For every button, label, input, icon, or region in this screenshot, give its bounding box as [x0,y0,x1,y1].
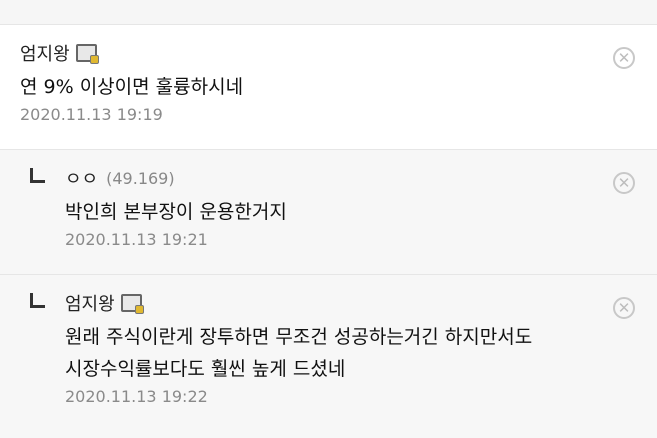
comment-item: 엄지왕 연 9% 이상이면 훌륭하시네 2020.11.13 19:19 ✕ [0,24,657,149]
comment-text: 연 9% 이상이면 훌륭하시네 [20,71,597,103]
reply-text: 박인희 본부장이 운용한거지 [65,196,597,228]
reply-date: 2020.11.13 19:21 [65,230,208,249]
reply-text-line: 박인희 본부장이 운용한거지 [65,201,287,223]
close-circle-icon[interactable]: ✕ [613,47,635,69]
reply-text-line: 원래 주식이란게 장투하면 무조건 성공하는거긴 하지만서도 [65,326,533,348]
close-circle-icon[interactable]: ✕ [613,172,635,194]
reply-arrow-icon [30,292,45,308]
reply-header: ㅇㅇ (49.169) [30,164,597,192]
reply-item: ㅇㅇ (49.169) 박인희 본부장이 운용한거지 2020.11.13 19… [0,149,657,274]
reply-text-line: 시장수익률보다도 훨씬 높게 드셨네 [65,358,346,380]
reply-text: 원래 주식이란게 장투하면 무조건 성공하는거긴 하지만서도 시장수익률보다도 … [65,321,597,385]
comment-text-line: 연 9% 이상이면 훌륭하시네 [20,76,244,98]
reply-nickname[interactable]: 엄지왕 [65,290,115,316]
reply-date: 2020.11.13 19:22 [65,387,208,406]
reply-nickname[interactable]: ㅇㅇ [65,165,98,191]
reply-header: 엄지왕 [30,289,597,317]
gallog-icon[interactable] [75,44,99,64]
comment-date: 2020.11.13 19:19 [20,105,163,124]
close-circle-icon[interactable]: ✕ [613,297,635,319]
top-spacer [0,0,657,24]
comment-header: 엄지왕 [20,39,597,67]
reply-ip: (49.169) [106,168,175,188]
reply-item: 엄지왕 원래 주식이란게 장투하면 무조건 성공하는거긴 하지만서도 시장수익률… [0,274,657,438]
gallog-icon[interactable] [120,294,144,314]
reply-arrow-icon [30,167,45,183]
comment-nickname[interactable]: 엄지왕 [20,40,70,66]
